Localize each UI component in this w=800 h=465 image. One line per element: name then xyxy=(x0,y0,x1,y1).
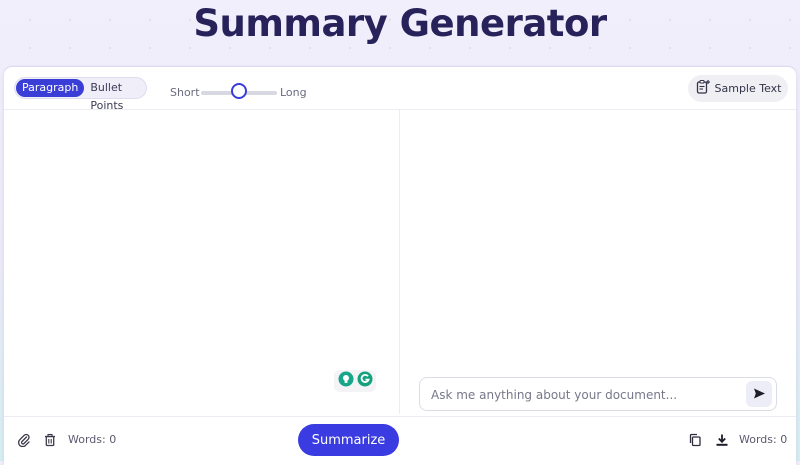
length-short-label: Short xyxy=(170,86,200,99)
mode-paragraph-button[interactable]: Paragraph xyxy=(16,79,85,97)
output-word-count: Words: 0 xyxy=(739,433,788,446)
summarizer-card: Paragraph Bullet Points Short Long Sampl… xyxy=(4,67,796,465)
toolbar: Paragraph Bullet Points Short Long Sampl… xyxy=(4,67,796,112)
copy-icon[interactable] xyxy=(687,432,703,448)
length-long-label: Long xyxy=(280,86,307,99)
sample-text-label: Sample Text xyxy=(714,82,782,95)
page-title: Summary Generator xyxy=(193,2,607,45)
extension-icons xyxy=(334,370,376,392)
trash-icon[interactable] xyxy=(42,432,58,448)
bottom-bar: Words: 0 Summarize Words: 0 xyxy=(4,416,796,462)
send-button[interactable] xyxy=(746,381,772,407)
ask-document-input[interactable] xyxy=(429,385,743,405)
length-slider-thumb[interactable] xyxy=(231,83,247,99)
lightbulb-icon[interactable] xyxy=(338,371,354,391)
output-text-area xyxy=(400,109,796,414)
summarize-button[interactable]: Summarize xyxy=(298,424,399,456)
send-icon xyxy=(753,385,766,404)
ask-document-box xyxy=(419,377,777,411)
grammarly-icon[interactable] xyxy=(357,371,373,391)
input-word-count: Words: 0 xyxy=(68,433,117,446)
input-text-area[interactable] xyxy=(4,109,399,414)
clipboard-plus-icon xyxy=(695,79,711,98)
download-icon[interactable] xyxy=(714,432,730,448)
mode-bullet-points-button[interactable]: Bullet Points xyxy=(84,79,145,112)
paperclip-icon[interactable] xyxy=(16,432,32,448)
sample-text-button[interactable]: Sample Text xyxy=(688,75,788,102)
mode-toggle: Paragraph Bullet Points xyxy=(14,77,147,112)
